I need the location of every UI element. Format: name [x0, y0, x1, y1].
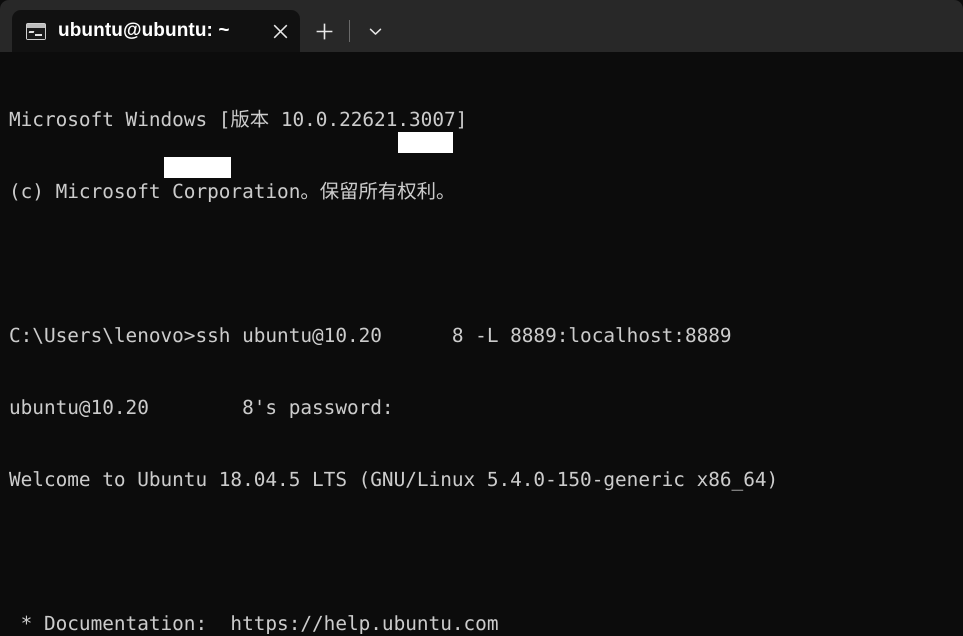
terminal-line: Welcome to Ubuntu 18.04.5 LTS (GNU/Linux…: [9, 468, 779, 491]
terminal-viewport[interactable]: Microsoft Windows [版本 10.0.22621.3007] (…: [0, 52, 963, 636]
terminal-line: C:\Users\lenovo>ssh ubuntu@10.20 8 -L 88…: [9, 324, 732, 347]
tab-actions-divider: [349, 20, 350, 42]
redaction-block: [164, 157, 231, 178]
close-icon[interactable]: [260, 10, 300, 52]
plus-icon[interactable]: [304, 11, 344, 51]
terminal-line: Microsoft Windows [版本 10.0.22621.3007]: [9, 108, 468, 131]
tab-strip: ubuntu@ubuntu: ~: [0, 0, 393, 52]
terminal-line: ubuntu@10.20 8's password:: [9, 396, 394, 419]
terminal-output: Microsoft Windows [版本 10.0.22621.3007] (…: [9, 60, 963, 636]
tab-ubuntu-ubuntu[interactable]: ubuntu@ubuntu: ~: [12, 10, 300, 52]
chevron-down-icon[interactable]: [357, 11, 393, 51]
title-bar: ubuntu@ubuntu: ~: [0, 0, 963, 52]
tab-strip-actions: [300, 10, 393, 52]
terminal-window: ubuntu@ubuntu: ~ Microsoft Windows [版本 1…: [0, 0, 963, 636]
terminal-line: (c) Microsoft Corporation。保留所有权利。: [9, 180, 456, 203]
terminal-icon: [26, 22, 46, 40]
redaction-block: [398, 132, 453, 153]
terminal-line: * Documentation: https://help.ubuntu.com: [9, 612, 499, 635]
tab-title: ubuntu@ubuntu: ~: [58, 20, 230, 41]
